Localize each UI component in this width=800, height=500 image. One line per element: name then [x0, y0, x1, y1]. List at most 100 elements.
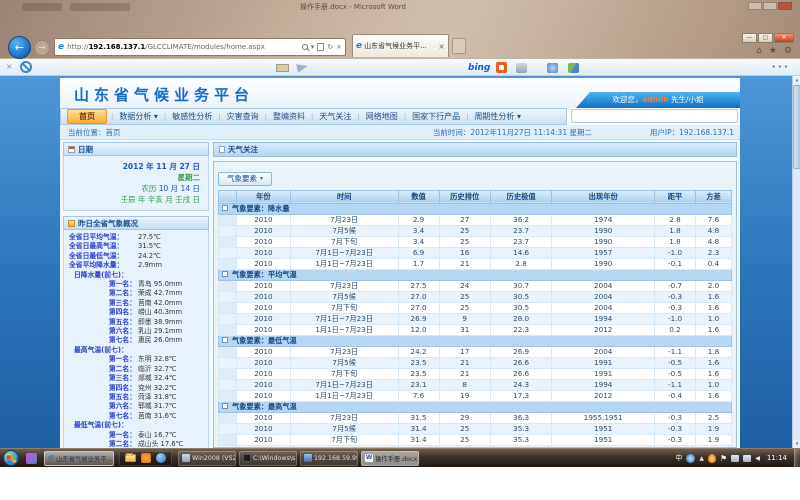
table-row[interactable]: 20107月23日24.21726.92004-1.11.8 — [219, 346, 732, 357]
maximize-button[interactable]: ▢ — [758, 33, 773, 43]
compatibility-view-icon[interactable] — [317, 43, 324, 51]
table-row[interactable]: 20101月1日~7月23日12.03122.320120.21.6 — [219, 324, 732, 335]
display-icon[interactable] — [743, 455, 751, 462]
table-group-row[interactable]: 气象要素：最高气温 — [219, 401, 732, 412]
globe-icon[interactable] — [686, 454, 695, 463]
table-header-4[interactable]: 历史极值 — [490, 190, 552, 203]
nav-item-0[interactable]: 首页 — [67, 109, 107, 124]
table-header-1[interactable]: 时间 — [290, 190, 398, 203]
table-row[interactable]: 20107月5候23.52126.61991-0.51.6 — [219, 357, 732, 368]
send-plane-icon[interactable] — [296, 62, 309, 73]
table-header-6[interactable]: 距平 — [655, 190, 696, 203]
addon-icon-2[interactable] — [547, 63, 558, 73]
page-scrollbar[interactable]: ▲ ▼ — [792, 76, 800, 448]
show-desktop-button[interactable] — [794, 449, 800, 468]
table-header-2[interactable]: 数值 — [398, 190, 439, 203]
nav-item-3[interactable]: 灾害查询 — [221, 111, 265, 122]
table-row[interactable]: 20107月5候27.02530.52004-0.31.6 — [219, 291, 732, 302]
table-header-5[interactable]: 出现年份 — [552, 190, 655, 203]
nav-side-box[interactable] — [571, 109, 738, 123]
table-row[interactable]: 20107月23日27.52430.72004-0.72.0 — [219, 280, 732, 291]
nav-item-8[interactable]: 周期性分析 ▾ — [468, 111, 527, 122]
app-blue-icon[interactable] — [156, 453, 166, 463]
stop-icon[interactable]: × — [336, 43, 342, 51]
minimize-button[interactable]: — — [742, 33, 757, 43]
mail-icon[interactable] — [276, 64, 289, 72]
browser-tab[interactable]: e 山东省气候业务平... × — [352, 34, 449, 57]
network-icon[interactable] — [731, 455, 739, 462]
table-group-row[interactable]: 气象要素：最低气温 — [219, 335, 732, 346]
flame-app-icon[interactable] — [708, 454, 716, 463]
addon-icon-3[interactable] — [568, 63, 579, 73]
blocked-sign-icon[interactable] — [20, 61, 32, 73]
table-row[interactable]: 20101月1日~7月23日7.61917.32012-0.41.6 — [219, 390, 732, 401]
app-orange-icon[interactable] — [141, 453, 151, 463]
table-group-row[interactable]: 气象要素：降水量 — [219, 203, 732, 214]
table-group-row[interactable]: 气象要素：平均气温 — [219, 269, 732, 280]
bing-logo[interactable]: bing — [468, 63, 490, 73]
group-checkbox[interactable] — [222, 337, 228, 343]
table-row[interactable]: 20107月1日~7月23日6.91614.61957-1.02.3 — [219, 247, 732, 258]
group-checkbox[interactable] — [222, 403, 228, 409]
pinned-app-icon[interactable] — [26, 453, 37, 464]
table-row[interactable]: 20107月23日2.92736.219742.87.6 — [219, 214, 732, 225]
close-button[interactable]: × — [774, 33, 794, 43]
table-row[interactable]: 20107月23日31.52936.31955,1951-0.32.5 — [219, 412, 732, 423]
taskbar-ie-button[interactable]: e 山东省气候业务平... — [44, 451, 114, 466]
toolbar-overflow-icon[interactable]: ••• — [772, 63, 790, 71]
hidden-icons-chevron[interactable]: ▲ — [699, 455, 704, 462]
language-indicator[interactable]: 中 — [675, 453, 682, 463]
search-icon[interactable] — [302, 44, 308, 50]
taskbar-clock[interactable]: 11:14 — [767, 454, 787, 462]
new-tab-button[interactable] — [452, 38, 466, 54]
favorites-star-icon[interactable]: ★ — [769, 46, 777, 56]
taskbar-button-0[interactable]: Win2008 (VS2... — [178, 451, 236, 466]
taskbar-button-2[interactable]: 192.168.59.99... — [300, 451, 358, 466]
url-text[interactable]: http://192.168.137.1/GLCCLIMATE/modules/… — [67, 43, 299, 51]
settings-gear-icon[interactable]: ⚙ — [784, 46, 792, 56]
scroll-up-icon[interactable]: ▲ — [793, 76, 800, 84]
start-button[interactable] — [3, 450, 19, 466]
bing-badge-icon[interactable] — [496, 62, 507, 73]
nav-item-4[interactable]: 整编资料 — [267, 111, 311, 122]
forward-button[interactable]: → — [34, 40, 50, 56]
stat-value: 2.9mm — [136, 261, 162, 270]
scrollbar-thumb[interactable] — [793, 85, 800, 169]
table-row[interactable]: 20107月1日~7月23日26.9928.01994-1.01.0 — [219, 313, 732, 324]
nav-item-7[interactable]: 国家下行产品 — [406, 111, 466, 122]
table-cell: 7月下旬 — [290, 302, 398, 313]
back-button[interactable]: ← — [8, 36, 31, 59]
nav-item-2[interactable]: 敏感性分析 — [166, 111, 218, 122]
address-bar[interactable]: e http://192.168.137.1/GLCCLIMATE/module… — [54, 38, 346, 56]
table-header-0[interactable]: 年份 — [236, 190, 290, 203]
group-checkbox[interactable] — [222, 205, 228, 211]
table-row[interactable]: 20101月1日~7月23日1.7212.81990-0.10.4 — [219, 258, 732, 269]
nav-item-6[interactable]: 网络地图 — [360, 111, 404, 122]
tab-close-icon[interactable]: × — [438, 42, 445, 51]
folder-icon[interactable] — [125, 454, 136, 462]
volume-icon[interactable]: ◀ — [755, 455, 760, 462]
table-row[interactable]: 20107月下旬23.52126.61991-0.51.6 — [219, 368, 732, 379]
scroll-down-icon[interactable]: ▼ — [793, 440, 800, 448]
nav-item-1[interactable]: 数据分析 ▾ — [113, 111, 164, 122]
table-row[interactable]: 20107月下旬27.02530.52004-0.31.6 — [219, 302, 732, 313]
group-checkbox[interactable] — [222, 271, 228, 277]
dropdown-chevron-icon[interactable]: ▾ — [311, 43, 315, 51]
ie-tab-icon: e — [356, 41, 362, 51]
table-row[interactable]: 20107月1日~7月23日23.1824.31994-1.11.0 — [219, 379, 732, 390]
table-row[interactable]: 20107月5候3.42523.719901.84.8 — [219, 225, 732, 236]
table-row[interactable]: 20107月下旬3.42523.719901.84.8 — [219, 236, 732, 247]
table-header-3[interactable]: 历史排位 — [439, 190, 490, 203]
table-row[interactable]: 20107月下旬31.42535.31951-0.31.9 — [219, 434, 732, 445]
taskbar-button-3[interactable]: W操作手册.docx -... — [361, 451, 419, 466]
action-center-flag-icon[interactable]: ⚑ — [720, 454, 727, 463]
element-filter-button[interactable]: 气象要素▾ — [218, 172, 272, 186]
taskbar-button-1[interactable]: C:\Windows\s... — [239, 451, 297, 466]
nav-item-5[interactable]: 天气关注 — [313, 111, 357, 122]
refresh-icon[interactable]: ↻ — [327, 43, 333, 51]
close-toolbar-icon[interactable]: × — [6, 62, 13, 71]
table-header-7[interactable]: 方差 — [696, 190, 732, 203]
home-icon[interactable]: ⌂ — [756, 46, 762, 56]
table-row[interactable]: 20107月5候31.42535.31951-0.31.9 — [219, 423, 732, 434]
addon-icon-1[interactable] — [516, 63, 527, 73]
